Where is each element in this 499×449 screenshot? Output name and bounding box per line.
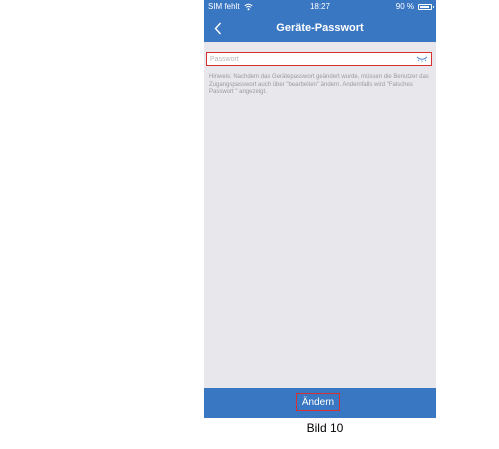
nav-bar: Geräte-Passwort [204, 14, 436, 42]
password-field[interactable] [206, 52, 432, 66]
page: SIM fehlt 18:27 90 % Geräte-Passwort Hin… [0, 0, 499, 449]
battery-icon [418, 4, 434, 10]
password-input[interactable] [207, 53, 416, 65]
eye-closed-icon[interactable] [416, 56, 428, 62]
figure-caption: Bild 10 [306, 421, 344, 435]
phone-screen: SIM fehlt 18:27 90 % Geräte-Passwort Hin… [204, 0, 436, 418]
battery-percent: 90 % [395, 2, 414, 11]
footer-bar: Ändern [204, 388, 436, 418]
status-right: 90 % [395, 0, 434, 14]
status-bar: SIM fehlt 18:27 90 % [204, 0, 436, 14]
page-title: Geräte-Passwort [276, 22, 364, 34]
hint-text: Hinweis: Nachdem das Gerätepasswort geän… [209, 74, 429, 95]
change-button[interactable]: Ändern [296, 393, 340, 411]
